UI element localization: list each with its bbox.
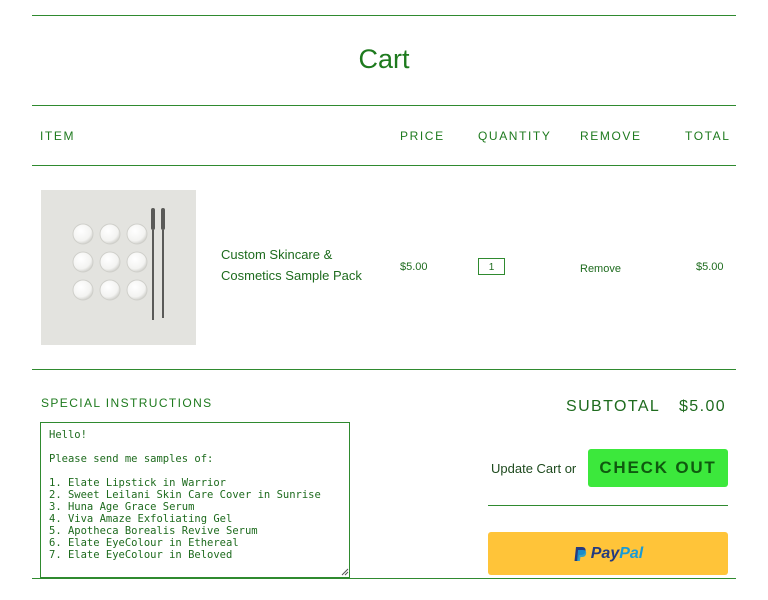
column-header-total: TOTAL xyxy=(685,129,731,143)
column-header-price: PRICE xyxy=(400,129,445,143)
subtotal-value: $5.00 xyxy=(679,398,727,415)
top-divider xyxy=(32,15,736,16)
sample-pots-illustration xyxy=(41,190,196,345)
page-title: Cart xyxy=(358,44,410,74)
paypal-button[interactable]: PayPal xyxy=(488,532,728,575)
update-cart-button[interactable]: Update Cart or xyxy=(491,461,576,476)
special-instructions-label: SPECIAL INSTRUCTIONS xyxy=(41,396,213,410)
product-image[interactable] xyxy=(41,190,196,345)
column-header-item: ITEM xyxy=(40,129,76,143)
column-header-remove: REMOVE xyxy=(580,129,642,143)
column-header-quantity: QUANTITY xyxy=(478,129,552,143)
remove-item-link[interactable]: Remove xyxy=(580,263,621,275)
product-name-link[interactable]: Custom Skincare & Cosmetics Sample Pack xyxy=(221,244,381,286)
paypal-pay-text: Pay xyxy=(590,544,620,562)
paypal-pal-text: Pal xyxy=(619,544,644,562)
checkout-button[interactable]: CHECK OUT xyxy=(588,449,728,487)
header-top-divider xyxy=(32,105,736,106)
items-bottom-divider xyxy=(32,369,736,370)
quantity-input[interactable]: 1 xyxy=(478,258,505,275)
item-price: $5.00 xyxy=(400,261,428,273)
paypal-logo-icon xyxy=(574,546,586,561)
resize-grip-icon[interactable] xyxy=(341,568,349,576)
item-total: $5.00 xyxy=(696,261,724,273)
bottom-divider xyxy=(32,578,736,579)
special-instructions-textarea[interactable]: Hello! Please send me samples of: 1. Ela… xyxy=(40,422,350,578)
subtotal-label: SUBTOTAL xyxy=(566,398,661,415)
header-bottom-divider xyxy=(32,165,736,166)
paypal-wordmark: PayPal xyxy=(591,545,643,563)
checkout-divider xyxy=(488,505,728,506)
